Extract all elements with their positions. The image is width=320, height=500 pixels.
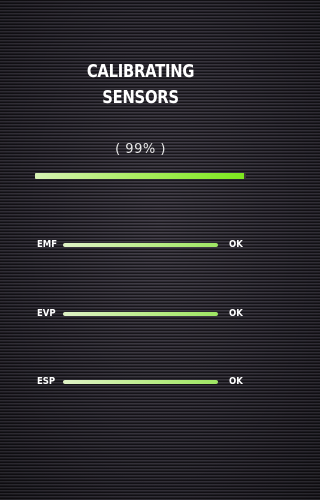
title-line-2: SENSORS: [102, 87, 179, 108]
sensor-row-evp: EVP OK: [0, 307, 281, 321]
sensor-label: EVP: [37, 308, 56, 319]
sensor-status: OK: [229, 308, 243, 319]
progress-percent-label: ( 99% ): [115, 142, 166, 157]
sensor-progress-fill: [63, 312, 218, 316]
sensor-status: OK: [229, 376, 243, 387]
sensor-progress-bar: [63, 312, 218, 316]
sensor-label: EMF: [37, 239, 58, 250]
sensor-progress-fill: [63, 380, 218, 384]
sensor-label: ESP: [37, 376, 56, 387]
sensor-status: OK: [229, 239, 243, 250]
sensor-progress-bar: [63, 243, 218, 247]
sensor-row-emf: EMF OK: [0, 238, 281, 252]
sensor-progress-bar: [63, 380, 218, 384]
calibration-screen: CALIBRATING SENSORS ( 99% ) EMF OK EVP O…: [0, 0, 281, 500]
main-progress-fill: [35, 173, 244, 179]
page-title: CALIBRATING SENSORS: [25, 59, 255, 111]
sensor-progress-fill: [63, 243, 218, 247]
sensor-row-esp: ESP OK: [0, 375, 281, 389]
main-progress-bar: [35, 173, 246, 179]
title-line-1: CALIBRATING: [86, 61, 195, 82]
